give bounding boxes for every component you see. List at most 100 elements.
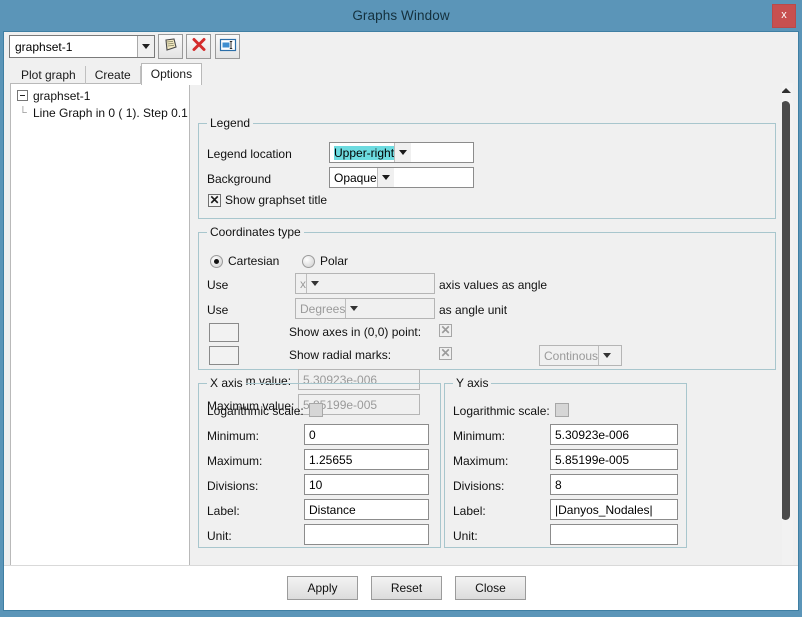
x-maximum-label: Maximum: (207, 454, 263, 468)
legend-group-caption: Legend (207, 116, 254, 130)
chevron-down-icon[interactable] (345, 299, 363, 318)
graphset-tree[interactable]: graphset-1 └ Line Graph in 0 ( 1). Step … (10, 83, 190, 571)
y-maximum-label: Maximum: (453, 454, 509, 468)
legend-group: Legend Legend location Upper-right Backg… (198, 116, 776, 219)
axes-color-swatch-button[interactable] (209, 323, 239, 342)
tree-item-line-graph[interactable]: └ Line Graph in 0 ( 1). Step 0.1 (11, 104, 189, 121)
title-bar: Graphs Window x (0, 0, 802, 31)
legend-background-value: Opaque (334, 170, 377, 185)
red-x-icon (191, 37, 207, 56)
client-area: graphset-1 Plot graph Create Options gra… (3, 31, 799, 611)
polar-radio[interactable] (302, 255, 315, 268)
x-maximum-input[interactable]: 1.25655 (304, 449, 429, 470)
angle-axis-value: x (300, 276, 306, 291)
x-log-scale-checkbox[interactable] (309, 403, 323, 417)
apply-button[interactable]: Apply (287, 576, 358, 600)
x-maximum-value: 1.25655 (309, 452, 353, 467)
legend-location-label: Legend location (207, 147, 292, 161)
y-minimum-value: 5.30923e-006 (555, 427, 630, 442)
legend-location-select[interactable]: Upper-right (329, 142, 474, 163)
y-log-scale-label: Logarithmic scale: (453, 404, 550, 418)
angle-unit-value: Degrees (300, 301, 346, 316)
rename-graphset-button[interactable] (215, 34, 240, 59)
y-divisions-value: 8 (555, 477, 562, 492)
check-x-icon: ✕ (440, 346, 451, 360)
new-graphset-button[interactable] (158, 34, 183, 59)
y-log-scale-checkbox[interactable] (555, 403, 569, 417)
graphset-select-value: graphset-1 (15, 39, 73, 54)
y-unit-input[interactable] (550, 524, 678, 545)
y-minimum-input[interactable]: 5.30923e-006 (550, 424, 678, 445)
show-graphset-title-checkbox[interactable]: ✕ (208, 193, 221, 207)
x-log-scale-label: Logarithmic scale: (207, 404, 304, 418)
window-title: Graphs Window (352, 8, 450, 23)
coordinates-group-caption: Coordinates type (207, 225, 304, 239)
tree-item-graphset-label: graphset-1 (33, 88, 91, 103)
check-x-icon: ✕ (209, 193, 220, 207)
y-axis-group-caption: Y axis (453, 376, 492, 390)
x-label-value: Distance (309, 502, 356, 517)
angle-unit-suffix-label: as angle unit (439, 303, 508, 317)
show-radial-marks-label: Show radial marks: (289, 348, 392, 362)
radial-color-swatch-button[interactable] (209, 346, 239, 365)
cartesian-radio[interactable] (210, 255, 223, 268)
x-minimum-label: Minimum: (207, 429, 260, 443)
y-divisions-input[interactable]: 8 (550, 474, 678, 495)
y-maximum-input[interactable]: 5.85199e-005 (550, 449, 678, 470)
legend-background-select[interactable]: Opaque (329, 167, 474, 188)
angle-unit-select[interactable]: Degrees (295, 298, 435, 319)
graphset-select[interactable]: graphset-1 (9, 35, 155, 58)
x-unit-input[interactable] (304, 524, 429, 545)
tab-bar: Plot graph Create Options (12, 62, 203, 85)
x-axis-group-caption: X axis (207, 376, 246, 390)
x-divisions-value: 10 (309, 477, 323, 492)
chevron-down-icon[interactable] (394, 143, 412, 162)
angle-axis-suffix-label: axis values as angle (439, 278, 548, 292)
vertical-scroll-thumb[interactable] (781, 101, 790, 520)
tab-options[interactable]: Options (140, 63, 203, 85)
reset-button[interactable]: Reset (371, 576, 442, 600)
tab-plot-graph[interactable]: Plot graph (12, 66, 86, 84)
show-graphset-title-label: Show graphset title (225, 193, 328, 207)
chevron-down-icon[interactable] (376, 168, 394, 187)
y-axis-group: Y axis Logarithmic scale: Minimum: 5.309… (444, 376, 687, 548)
coordinates-type-group: Coordinates type Cartesian Polar Use x a… (198, 225, 776, 415)
tree-item-graphset[interactable]: graphset-1 (11, 87, 189, 104)
tab-create[interactable]: Create (86, 66, 141, 84)
delete-graphset-button[interactable] (186, 34, 211, 59)
y-minimum-label: Minimum: (453, 429, 506, 443)
show-radial-marks-checkbox[interactable]: ✕ (439, 346, 452, 360)
show-axes-checkbox[interactable]: ✕ (439, 323, 452, 337)
x-minimum-input[interactable]: 0 (304, 424, 429, 445)
dialog-button-bar: Apply Reset Close (4, 565, 798, 610)
y-unit-label: Unit: (453, 529, 478, 543)
chevron-down-icon (137, 36, 154, 57)
use-angle-axis-label: Use (207, 278, 229, 292)
legend-location-value: Upper-right (334, 145, 395, 160)
window-close-button[interactable]: x (772, 4, 796, 28)
angle-axis-select[interactable]: x (295, 273, 435, 294)
x-divisions-label: Divisions: (207, 479, 259, 493)
y-label-label: Label: (453, 504, 486, 518)
legend-background-label: Background (207, 172, 272, 186)
page-icon (163, 37, 179, 56)
radial-mode-value: Continous (544, 348, 599, 363)
window-rename-icon (219, 37, 237, 56)
x-axis-group: X axis Logarithmic scale: Minimum: 0 Max… (198, 376, 441, 548)
y-label-input[interactable]: |Danyos_Nodales| (550, 499, 678, 520)
x-minimum-value: 0 (309, 427, 316, 442)
y-label-value: |Danyos_Nodales| (555, 502, 653, 517)
options-pane: Legend Legend location Upper-right Backg… (194, 83, 782, 597)
radial-mode-select[interactable]: Continous (539, 345, 622, 366)
tree-branch-icon: └ (19, 106, 27, 119)
collapse-icon[interactable] (17, 90, 28, 101)
chevron-down-icon[interactable] (598, 346, 616, 365)
check-x-icon: ✕ (440, 323, 451, 337)
show-axes-label: Show axes in (0,0) point: (289, 325, 422, 339)
x-divisions-input[interactable]: 10 (304, 474, 429, 495)
tree-item-line-graph-label: Line Graph in 0 ( 1). Step 0.1 (33, 105, 188, 120)
chevron-down-icon[interactable] (306, 274, 323, 293)
close-button[interactable]: Close (455, 576, 526, 600)
y-divisions-label: Divisions: (453, 479, 505, 493)
x-label-input[interactable]: Distance (304, 499, 429, 520)
